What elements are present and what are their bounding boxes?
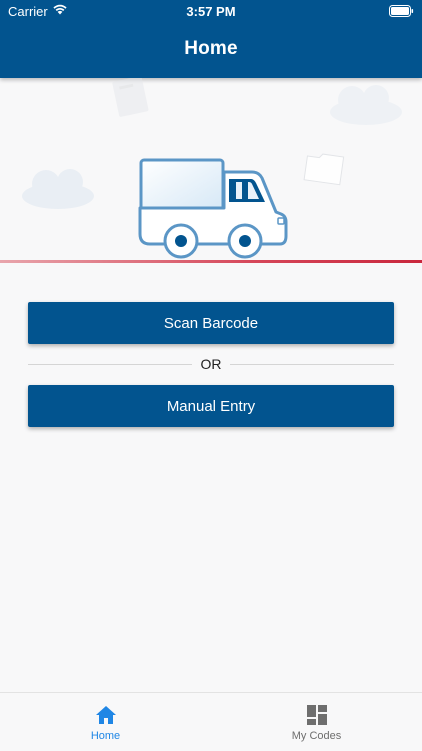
tab-my-codes-label: My Codes — [291, 730, 342, 742]
tab-home-label: Home — [90, 730, 121, 742]
battery-icon — [389, 5, 414, 20]
truck-icon — [138, 158, 288, 259]
cloud-icon — [330, 85, 402, 125]
status-time: 3:57 PM — [186, 4, 236, 19]
status-bar: Carrier 3:57 PM — [0, 0, 422, 22]
bottom-tab-bar: Home My Codes — [0, 692, 422, 751]
grid-icon — [211, 705, 422, 725]
scan-barcode-button[interactable]: Scan Barcode — [28, 302, 394, 344]
tab-home[interactable]: Home — [0, 693, 211, 751]
home-icon — [0, 705, 211, 725]
document-icon — [112, 78, 149, 117]
manual-entry-button[interactable]: Manual Entry — [28, 385, 394, 427]
cloud-icon — [22, 169, 94, 209]
hero-divider — [0, 260, 422, 263]
top-app-bar: Carrier 3:57 PM Home — [0, 0, 422, 78]
separator-rule — [230, 364, 394, 365]
hero-illustration — [0, 78, 422, 268]
page-title: Home — [184, 38, 238, 59]
or-separator: OR — [28, 356, 394, 374]
folder-icon — [303, 153, 345, 186]
tab-my-codes[interactable]: My Codes — [211, 693, 422, 751]
